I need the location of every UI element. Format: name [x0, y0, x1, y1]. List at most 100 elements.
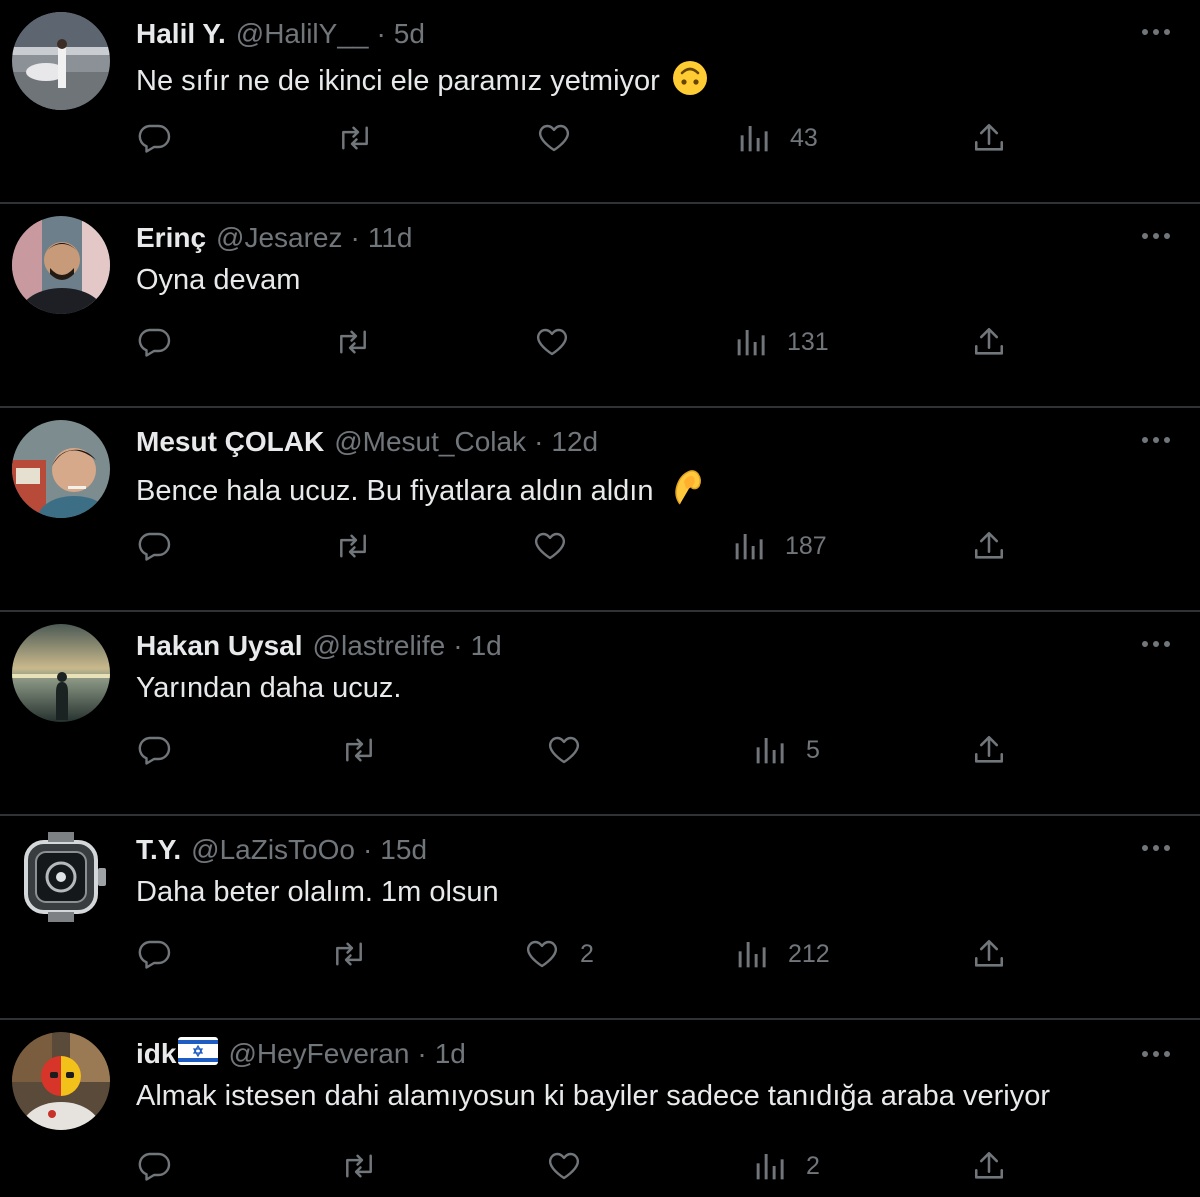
separator-dot: · — [417, 1038, 427, 1069]
more-icon — [1140, 635, 1172, 653]
tweet[interactable]: Erinç @Jesarez · 11d Oyna devam 131 — [0, 204, 1200, 408]
views-count: 43 — [790, 123, 818, 152]
more-icon — [1140, 23, 1172, 41]
share-icon — [972, 937, 1006, 971]
tweet-text: Ne sıfır ne de ikinci ele paramız yetmiy… — [136, 60, 708, 104]
share-icon — [972, 529, 1006, 563]
more-options-button[interactable] — [1136, 216, 1176, 256]
retweet-button[interactable] — [340, 720, 398, 780]
retweet-icon — [340, 732, 378, 768]
retweet-button[interactable] — [334, 516, 392, 576]
more-options-button[interactable] — [1136, 420, 1176, 460]
timestamp[interactable]: 1d — [435, 1038, 466, 1070]
views-icon — [754, 1150, 786, 1182]
like-button[interactable] — [546, 1136, 602, 1196]
timestamp[interactable]: 11d — [368, 222, 413, 254]
share-button[interactable] — [972, 720, 1006, 780]
author-handle[interactable]: @Jesarez — [216, 222, 342, 254]
tweet-text-content: Yarından daha ucuz. — [136, 672, 402, 704]
like-button[interactable]: 2 — [524, 924, 594, 984]
upside-down-face-emoji — [672, 60, 708, 104]
views-count: 5 — [806, 735, 820, 764]
views-icon — [736, 938, 768, 970]
avatar[interactable] — [12, 420, 110, 518]
tweet[interactable]: Halil Y. @HalilY__ · 5d Ne sıfır ne de i… — [0, 0, 1200, 204]
retweet-button[interactable] — [340, 1136, 398, 1196]
like-button[interactable] — [536, 108, 592, 168]
author-handle[interactable]: @HalilY__ — [236, 18, 369, 50]
tweet[interactable]: T.Y. @LaZisToOo · 15d Daha beter olalım.… — [0, 816, 1200, 1020]
reply-button[interactable] — [136, 108, 192, 168]
views-button[interactable]: 187 — [733, 516, 827, 576]
avatar[interactable] — [12, 828, 110, 926]
reply-button[interactable] — [136, 312, 192, 372]
retweet-icon — [330, 936, 368, 972]
like-button[interactable] — [546, 720, 602, 780]
reply-button[interactable] — [136, 1136, 192, 1196]
retweet-button[interactable] — [330, 924, 388, 984]
views-icon — [735, 326, 767, 358]
author-handle[interactable]: @HeyFeveran — [228, 1038, 409, 1070]
views-button[interactable]: 43 — [738, 108, 818, 168]
heart-icon — [536, 120, 572, 156]
share-icon — [972, 733, 1006, 767]
separator-dot: · — [376, 18, 386, 49]
heart-icon — [546, 1148, 582, 1184]
more-options-button[interactable] — [1136, 1034, 1176, 1074]
more-options-button[interactable] — [1136, 624, 1176, 664]
avatar[interactable] — [12, 12, 110, 110]
author-handle[interactable]: @Mesut_Colak — [334, 426, 526, 458]
retweet-button[interactable] — [334, 312, 392, 372]
tweet[interactable]: Mesut ÇOLAK @Mesut_Colak · 12d Bence hal… — [0, 408, 1200, 612]
avatar[interactable] — [12, 624, 110, 722]
author-name[interactable]: Erinç — [136, 222, 206, 254]
timestamp[interactable]: 5d — [394, 18, 425, 50]
more-options-button[interactable] — [1136, 12, 1176, 52]
more-options-button[interactable] — [1136, 828, 1176, 868]
share-button[interactable] — [972, 924, 1006, 984]
timestamp[interactable]: 12d — [551, 426, 598, 458]
retweet-button[interactable] — [336, 108, 394, 168]
views-count: 187 — [785, 531, 827, 560]
retweet-icon — [336, 120, 374, 156]
avatar[interactable] — [12, 216, 110, 314]
like-button[interactable] — [534, 312, 590, 372]
separator-dot: · — [350, 222, 360, 253]
like-button[interactable] — [532, 516, 588, 576]
author-name[interactable]: idk — [136, 1038, 176, 1070]
reply-button[interactable] — [136, 924, 192, 984]
timestamp[interactable]: 15d — [380, 834, 427, 866]
share-button[interactable] — [972, 108, 1006, 168]
reply-button[interactable] — [136, 516, 192, 576]
separator-dot: · — [453, 630, 463, 661]
tweet-text-content: Bence hala ucuz. Bu fiyatlara aldın aldı… — [136, 475, 654, 507]
author-handle[interactable]: @lastrelife — [313, 630, 446, 662]
heart-icon — [524, 936, 560, 972]
tweet-text-content: Daha beter olalım. 1m olsun — [136, 876, 499, 908]
reply-button[interactable] — [136, 720, 192, 780]
tweet[interactable]: idk @HeyFeveran · 1d Almak istesen dahi … — [0, 1020, 1200, 1197]
author-name[interactable]: T.Y. — [136, 834, 181, 866]
retweet-icon — [340, 1148, 378, 1184]
author-name[interactable]: Hakan Uysal — [136, 630, 303, 662]
tweet[interactable]: Hakan Uysal @lastrelife · 1d Yarından da… — [0, 612, 1200, 816]
reply-icon — [136, 1148, 172, 1184]
like-count: 2 — [580, 939, 594, 968]
avatar[interactable] — [12, 1032, 110, 1130]
views-button[interactable]: 2 — [754, 1136, 820, 1196]
more-icon — [1140, 227, 1172, 245]
share-button[interactable] — [972, 312, 1006, 372]
share-button[interactable] — [972, 1136, 1006, 1196]
reply-icon — [136, 936, 172, 972]
tweet-text: Yarından daha ucuz. — [136, 672, 402, 705]
timestamp[interactable]: 1d — [471, 630, 502, 662]
share-button[interactable] — [972, 516, 1006, 576]
views-button[interactable]: 131 — [735, 312, 829, 372]
views-button[interactable]: 5 — [754, 720, 820, 780]
author-handle[interactable]: @LaZisToOo — [191, 834, 355, 866]
separator-dot: · — [534, 426, 544, 457]
author-name[interactable]: Mesut ÇOLAK — [136, 426, 324, 458]
heart-icon — [532, 528, 568, 564]
views-button[interactable]: 212 — [736, 924, 830, 984]
author-name[interactable]: Halil Y. — [136, 18, 226, 50]
